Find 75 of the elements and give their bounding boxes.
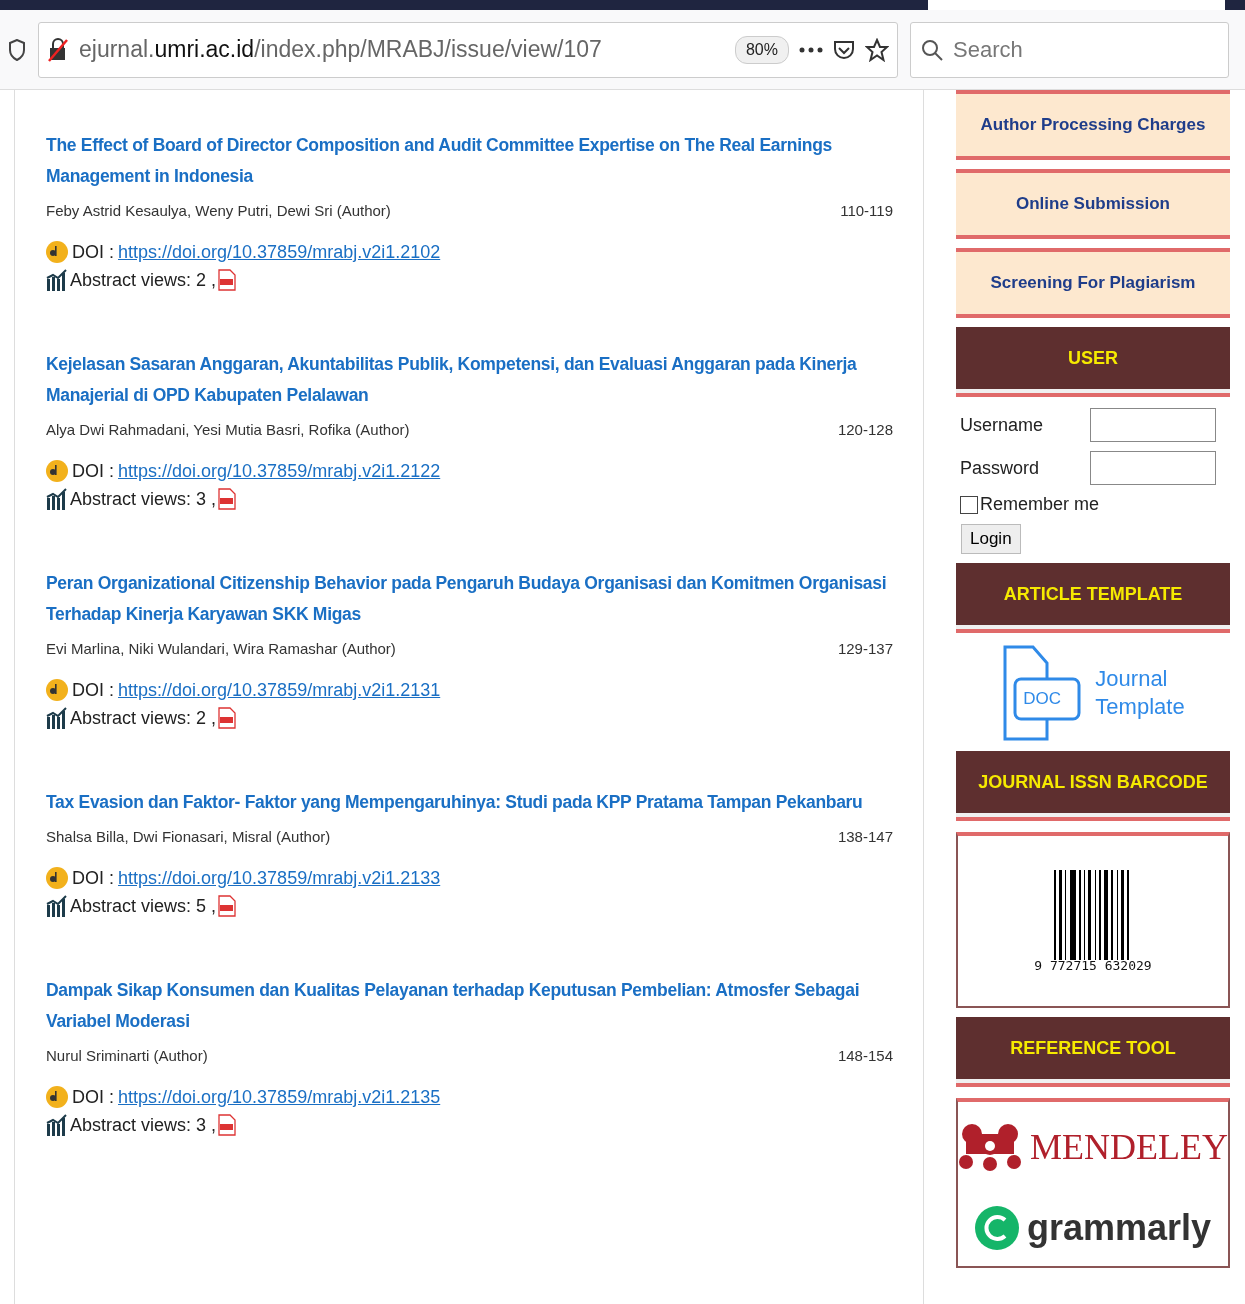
tab-strip-edge [1225, 0, 1245, 10]
article-authors: Feby Astrid Kesaulya, Weny Putri, Dewi Sri (Author) [46, 202, 391, 219]
document-icon [1001, 645, 1082, 741]
doi-icon [46, 460, 68, 482]
barcode-number: 9 772715 632029 [1034, 957, 1152, 973]
chart-icon [46, 707, 68, 729]
abstract-views: Abstract views: 2 , [70, 707, 217, 729]
doi-icon [46, 241, 68, 263]
chart-icon [46, 269, 68, 291]
page-range: 120-128 [837, 421, 893, 438]
article-authors: Alya Dwi Rahmadani, Yesi Mutia Basri, Rofika (Author) [46, 421, 410, 438]
insecure-lock-icon[interactable] [47, 37, 69, 62]
username-field[interactable] [1089, 408, 1216, 442]
remember-checkbox[interactable] [960, 495, 978, 514]
article-authors: Shalsa Billa, Dwi Fionasari, Misral (Author) [46, 828, 331, 845]
search-icon [921, 38, 943, 61]
doi-link[interactable]: https://doi.org/10.37859/mrabj.v2i1.2135 [118, 1086, 441, 1108]
pdf-icon[interactable] [218, 895, 237, 917]
shield-icon[interactable] [8, 38, 26, 61]
article-title-link[interactable]: Peran Organizational Citizenship Behavior pada Pengaruh Budaya Organisasi dan Komitmen Organisasi Terhadap Kinerja Karyawan SKK Migas [46, 568, 893, 630]
pocket-icon[interactable] [833, 38, 855, 61]
article-title-link[interactable]: Kejelasan Sasaran Anggaran, Akuntabilitas Publik, Kompetensi, dan Evaluasi Anggaran pada Kinerja Manajerial di OPD Kabupaten Pelalawan [46, 349, 893, 411]
zoom-level[interactable]: 80% [734, 35, 789, 64]
page-range: 148-154 [837, 1047, 893, 1064]
doi-link[interactable]: https://doi.org/10.37859/mrabj.v2i1.2102 [118, 241, 441, 263]
abstract-views: Abstract views: 5 , [70, 895, 217, 917]
sidebar-link[interactable]: Screening For Plagiarism [956, 248, 1230, 318]
username-label: Username [960, 414, 1044, 436]
doi-link[interactable]: https://doi.org/10.37859/mrabj.v2i1.2122 [118, 460, 441, 482]
pdf-icon[interactable] [218, 488, 237, 510]
pdf-icon[interactable] [218, 1114, 237, 1136]
doi-link[interactable]: https://doi.org/10.37859/mrabj.v2i1.2133 [118, 867, 441, 889]
login-button[interactable]: Login [961, 524, 1021, 554]
article-title-link[interactable]: The Effect of Board of Director Composition and Audit Committee Expertise on The Real Earnings Management in Indonesia [46, 130, 893, 192]
url-text: ejurnal.umri.ac.id/index.php/MRABJ/issue/view/107 [79, 36, 603, 63]
address-bar[interactable]: ejurnal.umri.ac.id/index.php/MRABJ/issue/view/107 80% [38, 21, 898, 78]
chart-icon [46, 1114, 68, 1136]
doc-label: DOC [1023, 689, 1062, 709]
article-title-link[interactable]: Tax Evasion dan Faktor- Faktor yang Mempengaruhinya: Studi pada KPP Pratama Tampan Pekanbaru [46, 787, 893, 818]
doi-label: DOI : [72, 867, 114, 889]
doi-icon [46, 1086, 68, 1108]
password-label: Password [960, 457, 1040, 479]
abstract-views: Abstract views: 3 , [70, 488, 217, 510]
pdf-icon[interactable] [218, 707, 237, 729]
page-range: 138-147 [837, 828, 893, 845]
search-bar[interactable]: Search [910, 21, 1229, 78]
template-caption: Journal [1095, 665, 1169, 693]
article-authors: Evi Marlina, Niki Wulandari, Wira Ramashar (Author) [46, 640, 396, 657]
doi-label: DOI : [72, 679, 114, 701]
article-title-link[interactable]: Dampak Sikap Konsumen dan Kualitas Pelayanan terhadap Keputusan Pembelian: Atmosfer Sebagai Variabel Moderasi [46, 975, 893, 1037]
chart-icon [46, 488, 68, 510]
doi-icon [46, 679, 68, 701]
more-icon[interactable] [799, 46, 823, 53]
template-caption: Template [1095, 693, 1185, 721]
circle-logo-icon [974, 1206, 1019, 1250]
remember-label: Remember me [980, 494, 1100, 515]
star-icon[interactable] [865, 37, 889, 62]
abstract-views: Abstract views: 2 , [70, 269, 217, 291]
doi-label: DOI : [72, 460, 114, 482]
logo-wordmark: MENDELEY [1030, 1126, 1228, 1168]
chart-icon [46, 895, 68, 917]
logo-wordmark: grammarly [1026, 1207, 1212, 1249]
pdf-icon[interactable] [218, 269, 237, 291]
sidebar-link[interactable]: Author Processing Charges [956, 90, 1230, 160]
password-field[interactable] [1089, 451, 1216, 485]
article-authors: Nurul Sriminarti (Author) [46, 1047, 208, 1064]
doi-label: DOI : [72, 241, 114, 263]
page-range: 129-137 [837, 640, 893, 657]
doi-label: DOI : [72, 1086, 114, 1108]
sidebar-link[interactable]: Online Submission [956, 169, 1230, 239]
abstract-views: Abstract views: 3 , [70, 1114, 217, 1136]
doi-link[interactable]: https://doi.org/10.37859/mrabj.v2i1.2131 [118, 679, 441, 701]
doi-icon [46, 867, 68, 889]
journal-template-logo[interactable]: DOC Journal Template [956, 644, 1230, 742]
page-range: 110-119 [840, 202, 893, 219]
